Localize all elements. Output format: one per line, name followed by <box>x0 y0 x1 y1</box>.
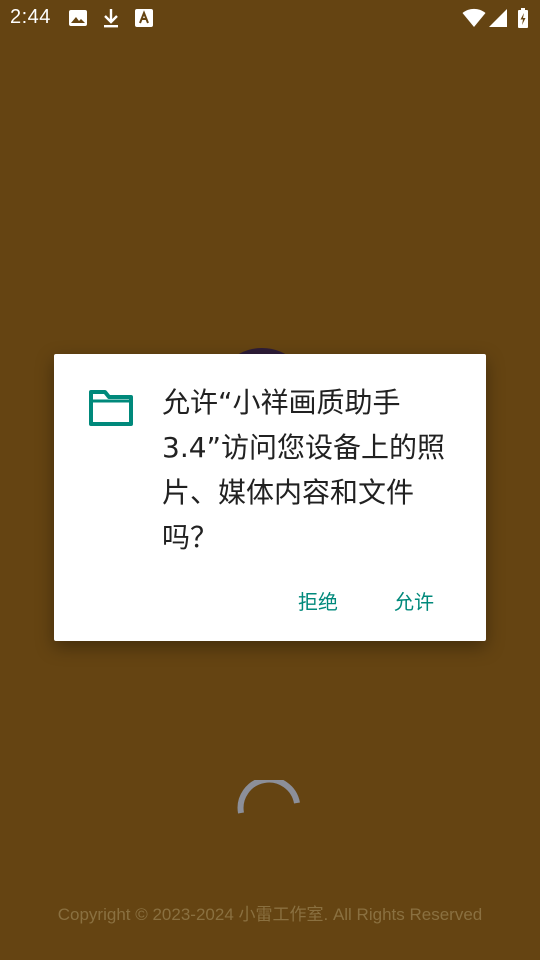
dialog-message: 允许“小祥画质助手3.4”访问您设备上的照片、媒体内容和文件吗？ <box>162 386 446 554</box>
image-icon <box>69 10 87 26</box>
battery-icon <box>518 8 528 28</box>
allow-button[interactable]: 允许 <box>388 582 440 619</box>
folder-icon <box>89 390 133 426</box>
wifi-icon <box>462 8 486 27</box>
permission-dialog: 允许“小祥画质助手3.4”访问您设备上的照片、媒体内容和文件吗？ 拒绝 允许 <box>54 354 486 641</box>
download-icon <box>104 9 118 28</box>
copyright-text: Copyright © 2023-2024 小雷工作室. All Rights … <box>57 905 483 924</box>
deny-button[interactable]: 拒绝 <box>292 582 344 619</box>
loading-spinner <box>237 780 300 814</box>
signal-icon <box>489 9 507 27</box>
font-icon <box>135 9 153 27</box>
status-bar: 2:44 <box>0 0 540 36</box>
screen: 2:44 允许“小祥画质助手3.4”访问您设备上的照片、媒体内容和文件吗？ 拒绝… <box>0 0 540 960</box>
status-time: 2:44 <box>10 6 51 28</box>
